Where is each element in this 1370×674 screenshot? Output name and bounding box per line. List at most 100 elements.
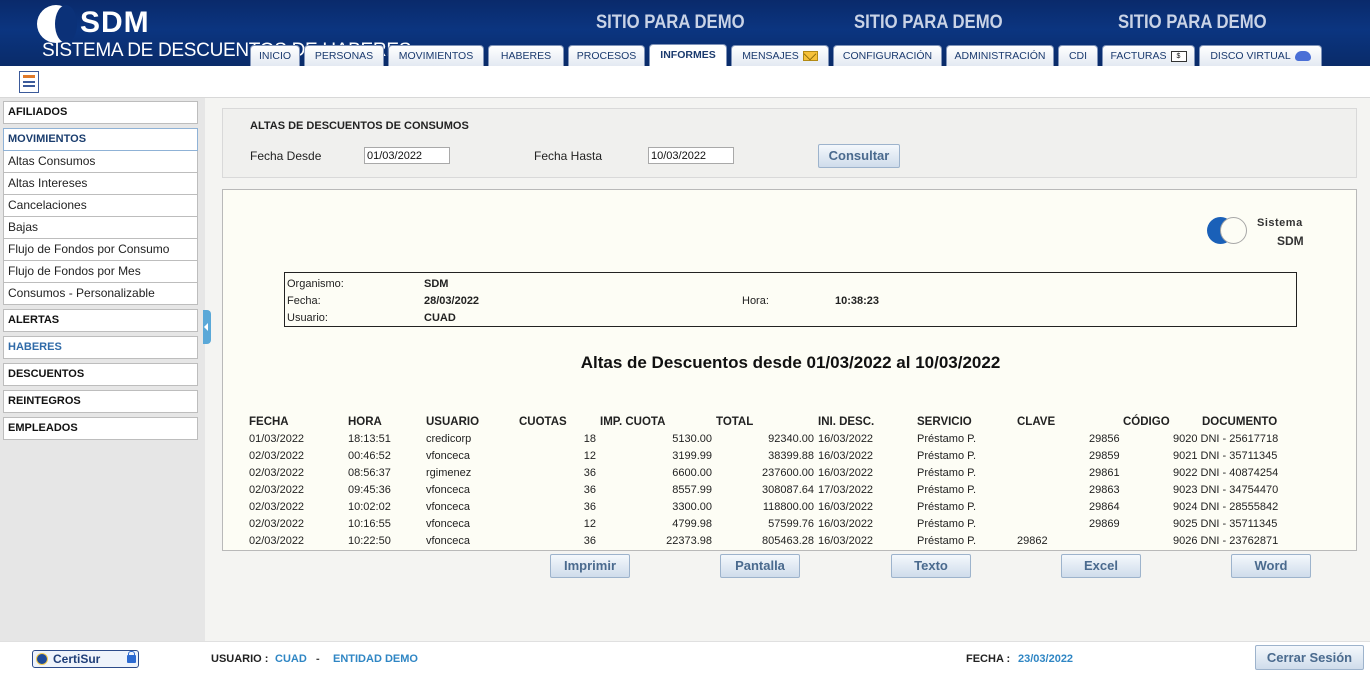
cell-ini-desc: 16/03/2022 <box>818 467 874 479</box>
cell-hora: 10:02:02 <box>348 501 391 513</box>
col-fecha: FECHA <box>249 416 289 428</box>
cell-servicio: Préstamo P. <box>917 433 977 445</box>
cell-hora: 10:16:55 <box>348 518 391 530</box>
tab-informes[interactable]: INFORMES <box>649 44 727 66</box>
cell-cuotas: 36 <box>583 501 596 513</box>
tab-configuracion[interactable]: CONFIGURACIÓN <box>833 45 942 66</box>
tab-cdi[interactable]: CDI <box>1058 45 1098 66</box>
query-title: ALTAS DE DESCUENTOS DE CONSUMOS <box>250 120 469 132</box>
organismo-value: SDM <box>424 278 449 290</box>
usuario-value: CUAD <box>424 312 456 324</box>
consultar-button[interactable]: Consultar <box>818 144 900 168</box>
cell-servicio: Préstamo P. <box>917 535 977 547</box>
tab-personas[interactable]: PERSONAS <box>304 45 384 66</box>
col-clave: CLAVE <box>1017 416 1056 428</box>
cell-codigo: 29863 <box>1089 484 1120 496</box>
sidebar-item-descuentos[interactable]: DESCUENTOS <box>3 363 198 386</box>
cell-clave: 29862 <box>1017 535 1048 547</box>
app-header: SDM SISTEMA DE DESCUENTOS DE HABERES SIT… <box>0 0 1370 66</box>
cell-documento: 9022 DNI - 40874254 <box>1173 467 1279 479</box>
logo-text: SDM <box>80 6 150 39</box>
col-documento: DOCUMENTO <box>1202 416 1278 428</box>
tab-movimientos[interactable]: MOVIMIENTOS <box>388 45 484 66</box>
tab-disco-virtual[interactable]: DISCO VIRTUAL <box>1199 45 1322 66</box>
cell-ini-desc: 17/03/2022 <box>818 484 874 496</box>
word-button[interactable]: Word <box>1231 554 1311 578</box>
sdm-logo-icon <box>37 5 77 43</box>
sidebar-item-empleados[interactable]: EMPLEADOS <box>3 417 198 440</box>
tab-label: PROCESOS <box>576 50 637 62</box>
sidebar-item-altas-intereses[interactable]: Altas Intereses <box>3 173 198 195</box>
sidebar-item-flujo-consumo[interactable]: Flujo de Fondos por Consumo <box>3 239 198 261</box>
fecha-desde-input[interactable] <box>364 147 450 164</box>
report-info-box: Organismo: SDM Fecha: 28/03/2022 Usuario… <box>284 272 1297 327</box>
tab-label: ADMINISTRACIÓN <box>954 50 1046 62</box>
sistema-sdm-logo-icon <box>1207 216 1251 246</box>
sidebar-item-haberes[interactable]: HABERES <box>3 336 198 359</box>
col-total: TOTAL <box>716 416 754 428</box>
sidebar-collapse-handle[interactable] <box>203 310 211 344</box>
cell-hora: 09:45:36 <box>348 484 391 496</box>
sidebar-item-altas-consumos[interactable]: Altas Consumos <box>3 151 198 173</box>
cell-ini-desc: 16/03/2022 <box>818 450 874 462</box>
cell-servicio: Préstamo P. <box>917 450 977 462</box>
report-logo-line1: Sistema <box>1257 217 1303 229</box>
cell-codigo: 29859 <box>1089 450 1120 462</box>
cell-fecha: 02/03/2022 <box>249 518 305 530</box>
sidebar-item-movimientos[interactable]: MOVIMIENTOS <box>3 128 198 151</box>
sidebar-item-consumos-personalizable[interactable]: Consumos - Personalizable <box>3 283 198 305</box>
footer-separator: - <box>316 653 320 665</box>
cell-documento: 9026 DNI - 23762871 <box>1173 535 1279 547</box>
tab-label: INFORMES <box>660 49 716 61</box>
sidebar-item-bajas[interactable]: Bajas <box>3 217 198 239</box>
cell-total: 308087.64 <box>762 484 814 496</box>
cell-codigo: 29861 <box>1089 467 1120 479</box>
pantalla-button[interactable]: Pantalla <box>720 554 800 578</box>
tab-inicio[interactable]: INICIO <box>250 45 300 66</box>
cell-fecha: 02/03/2022 <box>249 484 305 496</box>
cell-codigo: 29869 <box>1089 518 1120 530</box>
tab-label: INICIO <box>258 50 292 62</box>
texto-button[interactable]: Texto <box>891 554 971 578</box>
sidebar-item-alertas[interactable]: ALERTAS <box>3 309 198 332</box>
sidebar-item-reintegros[interactable]: REINTEGROS <box>3 390 198 413</box>
sidebar-item-flujo-mes[interactable]: Flujo de Fondos por Mes <box>3 261 198 283</box>
tab-mensajes[interactable]: MENSAJES <box>731 45 829 66</box>
tab-haberes[interactable]: HABERES <box>488 45 564 66</box>
report-icon[interactable] <box>19 71 39 93</box>
cell-fecha: 02/03/2022 <box>249 450 305 462</box>
fecha-value: 28/03/2022 <box>424 295 480 307</box>
hora-label: Hora: <box>742 295 769 307</box>
excel-button[interactable]: Excel <box>1061 554 1141 578</box>
demo-banner: SITIO PARA DEMO <box>1118 12 1267 33</box>
cell-ini-desc: 16/03/2022 <box>818 433 874 445</box>
fecha-hasta-input[interactable] <box>648 147 734 164</box>
sidebar-item-cancelaciones[interactable]: Cancelaciones <box>3 195 198 217</box>
imprimir-button[interactable]: Imprimir <box>550 554 630 578</box>
cell-fecha: 01/03/2022 <box>249 433 305 445</box>
cell-hora: 18:13:51 <box>348 433 391 445</box>
tab-procesos[interactable]: PROCESOS <box>568 45 645 66</box>
tab-facturas[interactable]: FACTURAS $ <box>1102 45 1195 66</box>
cell-hora: 00:46:52 <box>348 450 391 462</box>
cell-codigo: 29856 <box>1089 433 1120 445</box>
cerrar-sesion-button[interactable]: Cerrar Sesión <box>1255 645 1364 670</box>
cell-imp-cuota: 8557.99 <box>672 484 712 496</box>
cell-imp-cuota: 5130.00 <box>672 433 712 445</box>
app-footer: CertiSur USUARIO : CUAD - ENTIDAD DEMO F… <box>0 641 1370 674</box>
cell-servicio: Préstamo P. <box>917 467 977 479</box>
cell-ini-desc: 16/03/2022 <box>818 501 874 513</box>
cell-cuotas: 36 <box>583 535 596 547</box>
tab-administracion[interactable]: ADMINISTRACIÓN <box>946 45 1054 66</box>
cell-codigo: 29864 <box>1089 501 1120 513</box>
demo-banner: SITIO PARA DEMO <box>854 12 1003 33</box>
certisur-logo-icon <box>36 653 48 665</box>
cell-imp-cuota: 3199.99 <box>672 450 712 462</box>
footer-entidad-value: ENTIDAD DEMO <box>333 653 418 665</box>
cell-servicio: Préstamo P. <box>917 484 977 496</box>
cell-imp-cuota: 6600.00 <box>672 467 712 479</box>
cell-hora: 10:22:50 <box>348 535 391 547</box>
sidebar-item-afiliados[interactable]: AFILIADOS <box>3 101 198 124</box>
certisur-badge[interactable]: CertiSur <box>32 650 139 668</box>
cell-usuario: vfonceca <box>426 450 471 462</box>
